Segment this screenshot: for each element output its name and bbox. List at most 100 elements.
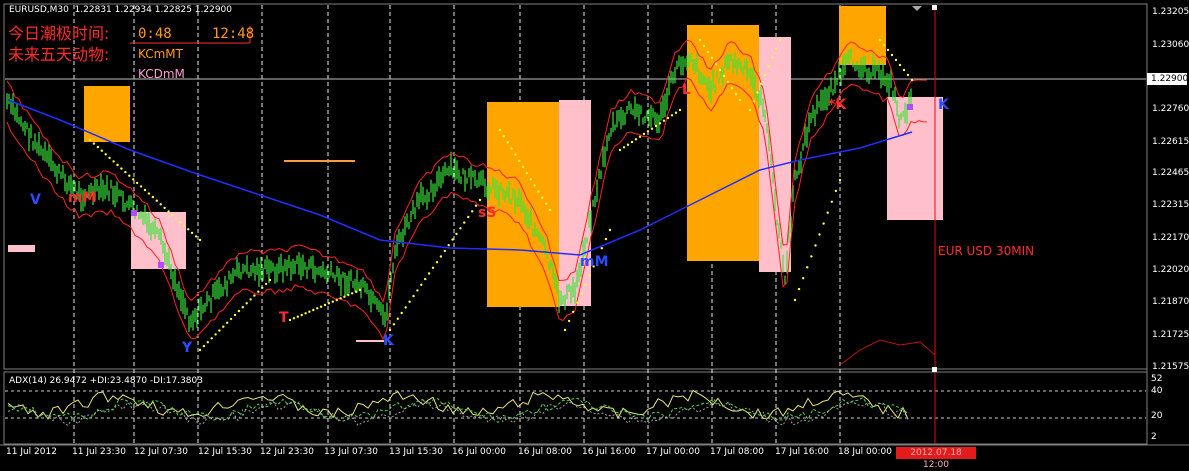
sar-dot xyxy=(674,111,678,114)
sar-dot xyxy=(151,195,155,199)
sar-dot xyxy=(752,100,755,103)
sar-dot xyxy=(388,328,392,332)
sar-dot xyxy=(455,232,458,236)
sar-dot xyxy=(767,65,770,68)
sar-dot xyxy=(245,302,248,305)
sar-dot xyxy=(335,298,338,302)
sar-dot xyxy=(618,148,622,152)
sar-dot xyxy=(626,143,630,146)
adx-indicator-label: ADX(14) 26.9472 +DI:23.4870 -DI:17.3803 xyxy=(9,376,203,386)
sar-dot xyxy=(763,73,767,77)
scroll-marker xyxy=(912,6,922,11)
sar-dot xyxy=(548,208,552,212)
sar-dot xyxy=(179,220,182,224)
sar-dot xyxy=(88,138,92,142)
sar-dot xyxy=(726,80,730,84)
overlay-line1-value1: 0:48 xyxy=(138,26,172,42)
sar-dot xyxy=(424,277,427,281)
sar-dot xyxy=(198,348,202,352)
sar-dot xyxy=(100,149,104,152)
sar-dot xyxy=(604,237,608,241)
pink-box xyxy=(559,100,591,306)
sar-dot xyxy=(104,153,107,156)
sar-dot xyxy=(264,282,268,286)
time-tick-highlight: 2012.07.18 12:00 xyxy=(896,447,976,470)
sar-dot xyxy=(834,189,838,193)
sar-dot xyxy=(642,132,646,136)
current-time-marker xyxy=(932,5,937,10)
sar-dot xyxy=(630,140,634,144)
sar-dot xyxy=(351,292,354,295)
sar-dot xyxy=(822,222,825,225)
signal-square xyxy=(158,262,164,268)
sar-dot xyxy=(112,160,115,163)
sar-dot xyxy=(296,315,299,318)
sar-dot xyxy=(702,44,706,48)
sar-dot xyxy=(431,266,435,269)
sar-dot xyxy=(826,211,829,214)
price-tick: 1.21725 xyxy=(1152,330,1189,340)
chart-note: EUR USD 30MIN xyxy=(938,244,1035,258)
sar-dot xyxy=(392,323,396,326)
sar-dot xyxy=(463,221,466,224)
sar-dot xyxy=(638,135,642,138)
price-tick: 1.21870 xyxy=(1152,297,1189,307)
sar-dot xyxy=(194,235,198,238)
sar-dot xyxy=(898,63,902,67)
signal-square xyxy=(907,104,913,110)
overlay-line2-label: 未来五天动物: xyxy=(8,45,110,64)
sar-dot xyxy=(658,122,662,125)
time-tick: 12 Jul 23:30 xyxy=(260,447,314,457)
price-tick: 1.22615 xyxy=(1152,137,1189,147)
sar-dot xyxy=(474,204,478,207)
sar-dot xyxy=(241,306,244,309)
sar-dot xyxy=(396,317,399,320)
adx-minus-di-line xyxy=(7,400,909,427)
sar-dot xyxy=(147,192,151,195)
pink-box xyxy=(759,37,791,272)
mt4-chart-window[interactable]: EURUSD,M30 1.22831 1.22934 1.22825 1.229… xyxy=(0,0,1189,470)
sar-dot xyxy=(339,297,342,300)
sar-dot xyxy=(666,116,670,120)
sar-dot xyxy=(902,68,906,72)
sar-dot xyxy=(404,306,407,309)
sar-dot xyxy=(718,68,722,72)
sar-dot xyxy=(261,286,264,289)
pink-box xyxy=(131,212,186,269)
sar-dot xyxy=(886,48,890,52)
signal-square xyxy=(131,210,137,216)
sar-dot xyxy=(537,190,540,193)
sar-dot xyxy=(316,307,319,310)
signal-marker: V xyxy=(30,192,41,208)
sar-dot xyxy=(771,56,774,59)
sar-dot xyxy=(308,310,311,313)
sar-dot xyxy=(471,210,474,213)
sar-dot xyxy=(498,128,502,132)
sar-dot xyxy=(439,255,443,258)
signal-marker: K xyxy=(383,333,394,349)
sar-dot xyxy=(135,181,139,185)
sar-dot xyxy=(92,142,96,145)
sar-dot xyxy=(229,317,233,321)
sar-dot xyxy=(545,202,548,205)
sar-dot xyxy=(502,135,505,138)
sar-dot xyxy=(210,337,213,340)
sar-dot xyxy=(894,58,898,62)
sar-dot xyxy=(706,50,710,54)
sar-dot xyxy=(646,130,650,133)
sar-dot xyxy=(447,244,450,247)
sar-dot xyxy=(408,300,411,303)
signal-marker: T xyxy=(279,310,289,326)
price-tick: 1.22315 xyxy=(1152,200,1189,210)
sar-dot xyxy=(155,199,158,202)
sar-dot xyxy=(304,312,307,315)
time-tick: 18 Jul 00:00 xyxy=(838,447,892,457)
sar-dot xyxy=(541,196,544,199)
sar-dot xyxy=(778,38,782,42)
sar-dot xyxy=(734,92,738,96)
time-tick: 17 Jul 08:00 xyxy=(710,447,764,457)
symbol-header: EURUSD,M30 1.22831 1.22934 1.22825 1.229… xyxy=(9,5,233,15)
sar-dot xyxy=(190,231,194,235)
sar-dot xyxy=(797,287,801,291)
sar-dot xyxy=(830,200,833,203)
